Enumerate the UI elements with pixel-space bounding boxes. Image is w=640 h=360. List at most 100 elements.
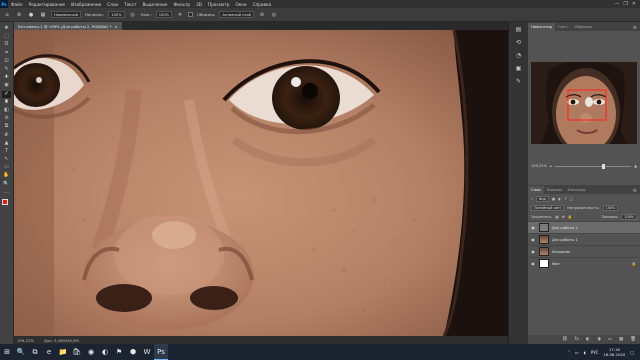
layer-blend-select[interactable]: Линейный свет <box>531 204 565 211</box>
close-button[interactable]: ✕ <box>632 1 636 7</box>
filter-pixel-icon[interactable]: ▣ <box>552 197 555 201</box>
menu-help[interactable]: Справка <box>250 2 274 7</box>
chrome-icon[interactable]: ◉ <box>84 344 98 360</box>
aligned-checkbox[interactable] <box>188 12 194 17</box>
hand-tool-icon[interactable]: ✋ <box>2 172 11 179</box>
path-select-tool-icon[interactable]: ↖ <box>2 156 11 163</box>
layer-kind-select[interactable]: Вид <box>536 195 549 202</box>
clock[interactable]: 17:16 16.08.2020 <box>603 347 625 357</box>
brushes-icon[interactable]: ✎ <box>515 78 523 86</box>
layer-row[interactable]: ◉ Для работы 2 <box>528 221 640 233</box>
clone-source-icon[interactable]: ▦ <box>39 11 47 19</box>
app-icon[interactable]: ⚑ <box>112 344 126 360</box>
layer-row[interactable]: ◉ Фон 🔒 <box>528 257 640 269</box>
pen-tool-icon[interactable]: ▲ <box>2 140 11 147</box>
menu-select[interactable]: Выделение <box>140 2 171 7</box>
type-tool-icon[interactable]: T <box>2 148 11 155</box>
add-mask-icon[interactable]: ◐ <box>586 337 590 342</box>
layer-style-icon[interactable]: fx <box>575 337 579 342</box>
navigator-thumbnail[interactable] <box>531 62 637 144</box>
word-icon[interactable]: W <box>140 344 154 360</box>
language-indicator[interactable]: РУС <box>591 350 599 355</box>
link-layers-icon[interactable]: ⛓ <box>562 337 568 342</box>
layer-opacity-field[interactable]: 100% <box>602 204 619 211</box>
tray-arrow-icon[interactable]: ˄ <box>568 350 570 355</box>
photoshop-taskbar-icon[interactable]: Ps <box>154 344 168 360</box>
color-swatches[interactable] <box>1 198 12 209</box>
menu-text[interactable]: Текст <box>121 2 139 7</box>
navigator-zoom-value[interactable]: 199,22% <box>531 164 547 168</box>
quick-select-tool-icon[interactable]: ⌗ <box>2 50 11 57</box>
layer-row[interactable]: ◉ Исходник <box>528 245 640 257</box>
opacity-field[interactable]: 100% <box>108 11 125 18</box>
app-icon-2[interactable]: ⬢ <box>126 344 140 360</box>
zoom-slider-knob[interactable] <box>602 163 606 169</box>
adjustment-layer-icon[interactable]: ◑ <box>597 337 601 342</box>
edge-icon[interactable]: e <box>42 344 56 360</box>
libraries-icon[interactable]: ▣ <box>515 65 523 73</box>
clone-stamp-tool-icon[interactable]: ✐ <box>2 90 11 98</box>
search-icon[interactable]: 🔍 <box>14 344 28 360</box>
eraser-tool-icon[interactable]: ◧ <box>2 107 11 114</box>
lock-position-icon[interactable]: ✥ <box>562 215 565 219</box>
new-group-icon[interactable]: ▭ <box>608 337 612 342</box>
layers-menu-icon[interactable]: ≡ <box>633 188 640 194</box>
store-icon[interactable]: 🛍 <box>70 344 84 360</box>
foreground-color[interactable] <box>1 198 8 205</box>
notifications-icon[interactable]: ▢ <box>630 350 634 355</box>
task-view-icon[interactable]: ⧉ <box>28 344 42 360</box>
close-document-icon[interactable]: × <box>115 24 118 29</box>
tab-navigator[interactable]: Навигатор <box>528 23 556 31</box>
volume-icon[interactable]: ◖ <box>584 350 586 355</box>
tab-paths[interactable]: Контуры <box>565 186 588 194</box>
lock-pixels-icon[interactable]: ▦ <box>555 215 558 219</box>
history-icon[interactable]: ⟲ <box>515 39 523 47</box>
airbrush-icon[interactable]: ✈ <box>176 11 184 19</box>
file-explorer-icon[interactable]: 📁 <box>56 344 70 360</box>
blur-tool-icon[interactable]: ⧉ <box>2 123 11 130</box>
history-brush-tool-icon[interactable]: ⬮ <box>2 99 11 106</box>
delete-layer-icon[interactable]: 🗑 <box>630 337 636 342</box>
panel-menu-icon[interactable]: ≡ <box>633 25 640 31</box>
visibility-eye-icon[interactable]: ◉ <box>530 261 536 266</box>
menu-layers[interactable]: Слои <box>104 2 121 7</box>
new-layer-icon[interactable]: ▦ <box>619 337 623 342</box>
maximize-button[interactable]: ❐ <box>623 1 627 7</box>
layer-row[interactable]: ◉ Для работы 1 <box>528 233 640 245</box>
zoom-in-icon[interactable]: ▲ <box>634 164 637 168</box>
tab-swatches[interactable]: Образцы <box>571 23 595 31</box>
filter-search-icon[interactable]: ⌕ <box>531 197 533 201</box>
sample-select[interactable]: Активный слой <box>219 11 254 18</box>
network-icon[interactable]: ▭ <box>575 350 579 355</box>
zoom-slider[interactable] <box>554 163 632 169</box>
home-icon[interactable]: ⌂ <box>3 11 11 19</box>
brush-tool-icon[interactable]: ◉ <box>2 82 11 89</box>
eyedropper-tool-icon[interactable]: ✎ <box>2 66 11 73</box>
menu-file[interactable]: Файл <box>8 2 26 7</box>
dodge-tool-icon[interactable]: ◭ <box>2 131 11 138</box>
zoom-tool-icon[interactable]: 🔍 <box>2 181 11 188</box>
document-tab[interactable]: Без имени-1 @ 199% (Для работы 2, RGB/8#… <box>14 22 122 30</box>
healing-tool-icon[interactable]: ✚ <box>2 74 11 81</box>
menu-edit[interactable]: Редактирование <box>26 2 69 7</box>
lasso-tool-icon[interactable]: ʘ <box>2 41 11 48</box>
menu-3d[interactable]: 3D <box>193 2 205 7</box>
visibility-eye-icon[interactable]: ◉ <box>530 249 536 254</box>
status-zoom[interactable]: 199,22% <box>17 338 34 343</box>
visibility-eye-icon[interactable]: ◉ <box>530 225 536 230</box>
lock-all-icon[interactable]: 🔒 <box>568 215 572 219</box>
marquee-tool-icon[interactable]: ⬚ <box>2 33 11 40</box>
filter-shape-icon[interactable]: ▢ <box>570 197 573 201</box>
visibility-eye-icon[interactable]: ◉ <box>530 237 536 242</box>
move-tool-icon[interactable]: ✥ <box>2 25 11 32</box>
tab-histogram[interactable]: Гист. <box>555 23 571 31</box>
more-tools-icon[interactable]: … <box>2 189 11 196</box>
minimize-button[interactable]: — <box>614 1 619 7</box>
gradient-tool-icon[interactable]: ⊘ <box>2 115 11 122</box>
start-button[interactable]: ⊞ <box>0 344 14 360</box>
media-icon[interactable]: ◐ <box>98 344 112 360</box>
ignore-adjustment-icon[interactable]: ⊘ <box>258 11 266 19</box>
zoom-out-icon[interactable]: ▴ <box>550 164 552 168</box>
menu-filter[interactable]: Фильтр <box>171 2 194 7</box>
menu-view[interactable]: Просмотр <box>205 2 233 7</box>
